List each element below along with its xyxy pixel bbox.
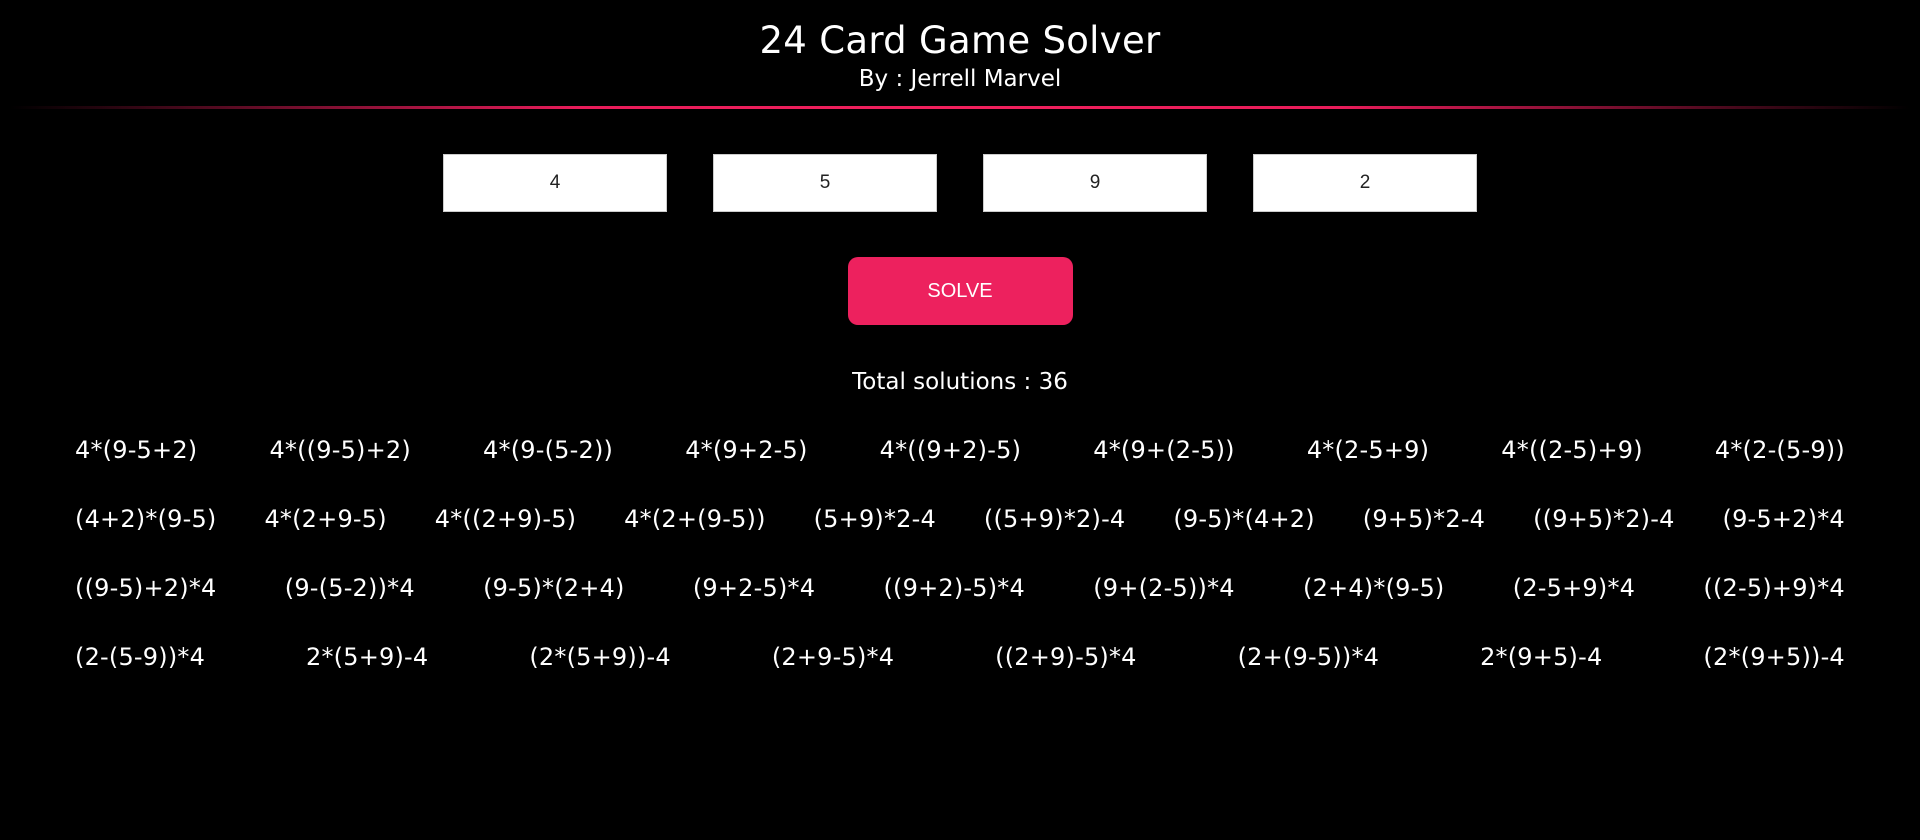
- solution-item: 4*((2+9)-5): [434, 505, 577, 533]
- solution-item: (2-5+9)*4: [1512, 574, 1636, 602]
- solution-item: 4*(2-(5-9)): [1714, 436, 1845, 464]
- solution-item: ((2+9)-5)*4: [995, 643, 1137, 671]
- solution-item: ((5+9)*2)-4: [983, 505, 1126, 533]
- solution-item: (9+(2-5))*4: [1093, 574, 1235, 602]
- solution-item: 2*(9+5)-4: [1480, 643, 1603, 671]
- solution-item: 4*(2-5+9): [1306, 436, 1430, 464]
- header-divider: [10, 106, 1910, 109]
- page-subtitle: By : Jerrell Marvel: [858, 66, 1062, 92]
- solution-item: (2+9-5)*4: [771, 643, 895, 671]
- solution-item: (5+9)*2-4: [813, 505, 936, 533]
- solution-row: (2-(5-9))*4 2*(5+9)-4 (2*(5+9))-4 (2+9-5)*4…: [75, 642, 1845, 711]
- solution-item: (9+5)*2-4: [1362, 505, 1486, 533]
- solution-item: 4*(9-5+2): [75, 436, 198, 464]
- total-solutions: Total solutions : 36: [852, 369, 1068, 395]
- solution-item: ((2-5)+9)*4: [1703, 574, 1845, 602]
- solution-row: 4*(9-5+2) 4*((9-5)+2) 4*(9-(5-2)) 4*(9+2-5)…: [75, 435, 1845, 504]
- solution-item: (9+2-5)*4: [692, 574, 816, 602]
- solution-item: (2*(5+9))-4: [529, 643, 671, 671]
- solution-item: 2*(5+9)-4: [306, 643, 429, 671]
- solution-item: 4*(2+9-5): [264, 505, 387, 533]
- solution-item: 4*(2+(9-5)): [624, 505, 766, 533]
- solution-item: (2+(9-5))*4: [1237, 643, 1380, 671]
- solution-item: (4+2)*(9-5): [75, 505, 217, 533]
- solution-item: (9-5)*(4+2): [1173, 505, 1315, 533]
- solution-item: 4*((9-5)+2): [269, 436, 411, 464]
- solution-item: (9-5+2)*4: [1722, 505, 1845, 533]
- solution-item: ((9+2)-5)*4: [883, 574, 1025, 602]
- solution-item: 4*(9+2-5): [685, 436, 808, 464]
- solution-row: ((9-5)+2)*4 (9-(5-2))*4 (9-5)*(2+4) (9+2-5)…: [75, 573, 1845, 642]
- solution-item: 4*(9-(5-2)): [483, 436, 614, 464]
- header: 24 Card Game Solver By : Jerrell Marvel: [0, 0, 1920, 109]
- solve-button[interactable]: SOLVE: [847, 257, 1073, 325]
- solution-item: (9-(5-2))*4: [284, 574, 415, 602]
- card-inputs: [0, 154, 1920, 212]
- page-title: 24 Card Game Solver: [759, 19, 1161, 62]
- solution-item: 4*((2-5)+9): [1501, 436, 1643, 464]
- solution-row: (4+2)*(9-5) 4*(2+9-5) 4*((2+9)-5) 4*(2+(9-5…: [75, 504, 1845, 573]
- solution-item: ((9-5)+2)*4: [75, 574, 217, 602]
- solve-wrap: SOLVE: [0, 257, 1920, 325]
- card-input-3[interactable]: [983, 154, 1207, 212]
- solution-item: (2+4)*(9-5): [1303, 574, 1445, 602]
- solution-item: ((9+5)*2)-4: [1533, 505, 1675, 533]
- card-input-2[interactable]: [713, 154, 937, 212]
- page: 24 Card Game Solver By : Jerrell Marvel …: [0, 0, 1920, 840]
- solution-item: (2*(9+5))-4: [1703, 643, 1845, 671]
- solution-item: 4*(9+(2-5)): [1093, 436, 1235, 464]
- solution-item: 4*((9+2)-5): [879, 436, 1022, 464]
- solution-item: (9-5)*(2+4): [483, 574, 625, 602]
- solution-item: (2-(5-9))*4: [75, 643, 206, 671]
- card-input-1[interactable]: [443, 154, 667, 212]
- card-input-4[interactable]: [1253, 154, 1477, 212]
- solutions-list: 4*(9-5+2) 4*((9-5)+2) 4*(9-(5-2)) 4*(9+2-5)…: [0, 435, 1920, 711]
